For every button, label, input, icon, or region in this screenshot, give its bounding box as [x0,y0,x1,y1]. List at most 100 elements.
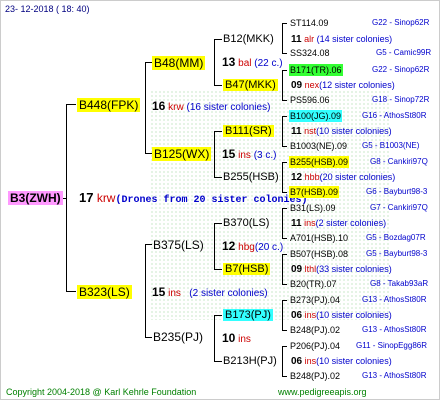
line-b375-vert [214,223,215,270]
line-b213-bottom [282,376,287,377]
line-b375-top [214,223,222,224]
b48-number: 13 [222,55,236,69]
leaf-source: G5 - Bayburt98-3 [366,249,428,258]
b235-number: 10 [222,331,236,345]
queen-b125[interactable]: B125(WX) [152,147,212,161]
leaf-id[interactable]: A701(HSB).10 [290,232,348,244]
leaf-source: G7 - Cankiri97Q [370,203,428,212]
b173-number: 06 [291,310,303,321]
b47-note: (12 sister colonies) [319,80,395,90]
leaf-id[interactable]: PS596.06 [290,94,330,106]
b125-info: 15 ins (3 c.) [222,148,277,162]
b235-code: ins [238,334,251,345]
b448-info: 16 krw (16 sister colonies) [152,100,270,114]
b7-note: (33 sister colonies) [316,264,392,274]
queen-b12[interactable]: B12(MKK) [223,33,274,45]
leaf-source: G5 - Camic99R [376,48,432,57]
b213-note: (10 sister colonies) [316,356,392,366]
queen-b448[interactable]: B448(FPK) [77,98,141,112]
b125-number: 15 [222,147,236,161]
line-b12-top [282,23,287,24]
b323-info: 15 ins (2 sister colonies) [152,286,268,300]
line-b235-top [214,315,222,316]
line-b235-bottom [214,361,222,362]
b255-info: 12 hbb(20 sister colonies) [291,171,395,184]
line-root-bottom [66,291,76,292]
queen-b213[interactable]: B213H(PJ) [223,355,277,367]
queen-b323[interactable]: B323(LS) [77,285,132,299]
leaf-id[interactable]: P206(PJ).04 [290,340,340,352]
leaf-source: G11 - SinopEgg86R [356,341,428,350]
leaf-source: G5 - Bozdag07R [366,233,426,242]
line-b47-top [282,70,287,71]
line-b7-vert [282,254,283,285]
b111-info: 11 nst(10 sister colonies) [291,125,392,138]
b7-info: 09 lthl(33 sister colonies) [291,263,392,276]
queen-b7[interactable]: B7(HSB) [223,263,271,275]
line-b323-bottom [145,337,152,338]
leaf-id[interactable]: B248(PJ).02 [290,324,340,336]
line-b111-top [282,116,287,117]
leaf-id[interactable]: B100(JG).09 [289,110,343,122]
leaf-id[interactable]: B255(HSB).09 [289,156,350,168]
leaf-id[interactable]: B7(HSB).09 [289,186,340,198]
date-stamp: 23- 12-2018 ( 18: 40) [5,4,90,14]
leaf-id[interactable]: ST114.09 [290,17,328,29]
b12-number: 11 [291,34,302,45]
b213-info: 06 ins(10 sister colonies) [291,355,392,368]
leaf-source: G22 - Sinop62R [372,65,430,74]
leaf-source: G8 - Takab93aR [370,279,429,288]
leaf-source: G13 - AthosSt80R [362,371,427,380]
root-queen[interactable]: B3(ZWH) [8,191,63,205]
b370-note: (2 sister colonies) [315,218,387,228]
site-link[interactable]: www.pedigreeapis.org [278,386,367,398]
leaf-id[interactable]: B20(TR).07 [290,278,337,290]
queen-b375[interactable]: B375(LS) [153,239,204,251]
queen-b173[interactable]: B173(PJ) [223,309,273,321]
b125-note: (3 c.) [253,150,277,161]
queen-b111[interactable]: B111(SR) [223,125,274,137]
b47-number: 09 [291,80,303,91]
leaf-source: G5 - B1003(NE) [362,141,420,150]
line-b235-vert [214,315,215,362]
leaf-id[interactable]: SS324.08 [290,47,330,59]
leaf-id[interactable]: B273(PJ).04 [290,294,340,306]
leaf-id[interactable]: B31(LS).09 [290,202,336,214]
b323-code: ins [168,288,181,299]
queen-b47[interactable]: B47(MKK) [223,79,278,91]
queen-b48[interactable]: B48(MM) [152,56,206,70]
copyright-text: Copyright 2004-2018 @ Karl Kehrle Founda… [6,387,197,397]
line-b213-top [282,346,287,347]
queen-b255[interactable]: B255(HSB) [223,171,279,183]
b255-note: (20 sister colonies) [319,172,396,182]
b173-code: ins [304,310,317,320]
line-root-top [66,104,76,105]
leaf-id[interactable]: B507(HSB).08 [290,248,348,260]
b12-note: (14 sister colonies) [316,34,393,44]
line-b255-vert [282,162,283,193]
queen-b235[interactable]: B235(PJ) [153,331,203,343]
line-b448-top [145,62,152,63]
leaf-id[interactable]: B171(TR).06 [289,64,343,76]
b48-info: 13 bal (22 c.) [222,56,283,70]
b375-note: (20 c.) [254,242,284,253]
line-b323-vert [145,244,146,338]
line-b48-bottom [214,85,222,86]
b370-info: 11 ins(2 sister colonies) [291,217,386,230]
line-b448-vert [145,62,146,154]
b48-note: (22 c.) [254,58,283,69]
b48-code: bal [238,58,252,69]
b125-code: ins [238,150,251,161]
line-b48-top [214,39,222,40]
b111-number: 11 [291,126,302,137]
line-b375-bottom [214,269,222,270]
b448-note: (16 sister colonies) [186,102,271,113]
b370-code: ins [304,218,316,228]
queen-b370[interactable]: B370(LS) [223,217,269,229]
b12-code: alr [304,34,315,44]
leaf-id[interactable]: B1003(NE).09 [290,140,347,152]
leaf-id[interactable]: B248(PJ).02 [290,370,340,382]
leaf-source: G13 - AthosSt80R [362,325,427,334]
b7-code: lthl [304,264,317,274]
line-b111-vert [282,116,283,147]
